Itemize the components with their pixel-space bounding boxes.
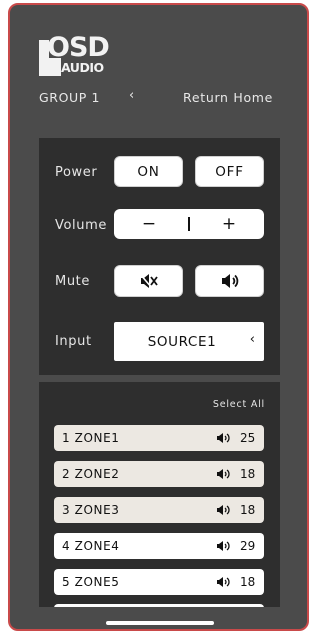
zone-volume: 29 bbox=[240, 539, 256, 553]
speaker-icon bbox=[221, 274, 238, 288]
volume-label: Volume bbox=[55, 218, 107, 233]
zone-volume: 18 bbox=[240, 503, 256, 517]
input-source-value: SOURCE1 bbox=[147, 333, 217, 350]
volume-divider bbox=[188, 217, 190, 231]
input-source-select[interactable]: SOURCE1 ‹ bbox=[114, 322, 264, 361]
zone-row[interactable]: 1 ZONE1 25 bbox=[54, 425, 264, 451]
input-label: Input bbox=[55, 334, 92, 349]
group-chevron-icon[interactable]: ‹ bbox=[129, 88, 134, 103]
input-chevron-icon: ‹ bbox=[249, 332, 255, 347]
zone-row[interactable]: 4 ZONE4 29 bbox=[54, 533, 264, 559]
zone-row[interactable] bbox=[54, 604, 264, 607]
zone-volume: 25 bbox=[240, 431, 256, 445]
zone-volume: 18 bbox=[240, 467, 256, 481]
mute-button[interactable] bbox=[114, 265, 183, 297]
zone-name: 1 ZONE1 bbox=[62, 431, 120, 445]
speaker-icon bbox=[217, 469, 230, 479]
zone-name: 2 ZONE2 bbox=[62, 467, 120, 481]
zone-list-panel: Select All 1 ZONE1 25 2 ZONE2 18 3 ZONE3… bbox=[39, 382, 280, 607]
logo-sub-text: AUDIO bbox=[61, 60, 104, 75]
zone-row[interactable]: 2 ZONE2 18 bbox=[54, 461, 264, 487]
power-off-button[interactable]: OFF bbox=[195, 156, 264, 187]
zone-volume: 18 bbox=[240, 575, 256, 589]
unmute-button[interactable] bbox=[195, 265, 264, 297]
group-label: GROUP 1 bbox=[39, 90, 101, 105]
home-indicator[interactable] bbox=[106, 621, 214, 625]
return-home-link[interactable]: Return Home bbox=[183, 90, 273, 105]
speaker-icon bbox=[217, 541, 230, 551]
zone-name: 3 ZONE3 bbox=[62, 503, 120, 517]
speaker-icon bbox=[217, 433, 230, 443]
select-all-button[interactable]: Select All bbox=[213, 399, 265, 410]
osd-audio-logo: OSD AUDIO bbox=[39, 32, 113, 76]
volume-up-button[interactable]: + bbox=[194, 209, 264, 239]
volume-stepper: − + bbox=[114, 209, 264, 239]
zone-name: 5 ZONE5 bbox=[62, 575, 120, 589]
control-panel: Power ON OFF Volume − + Mute Input SOURC… bbox=[39, 138, 280, 375]
app-screen: OSD AUDIO GROUP 1 ‹ Return Home Power ON… bbox=[8, 3, 309, 631]
power-on-button[interactable]: ON bbox=[114, 156, 183, 187]
zone-row[interactable]: 5 ZONE5 18 bbox=[54, 569, 264, 595]
speaker-icon bbox=[217, 505, 230, 515]
logo-main-text: OSD bbox=[47, 32, 110, 63]
zone-row[interactable]: 3 ZONE3 18 bbox=[54, 497, 264, 523]
power-label: Power bbox=[55, 165, 98, 180]
volume-down-button[interactable]: − bbox=[114, 209, 184, 239]
speaker-muted-icon bbox=[138, 273, 158, 289]
zone-name: 4 ZONE4 bbox=[62, 539, 120, 553]
speaker-icon bbox=[217, 577, 230, 587]
mute-label: Mute bbox=[55, 274, 90, 289]
